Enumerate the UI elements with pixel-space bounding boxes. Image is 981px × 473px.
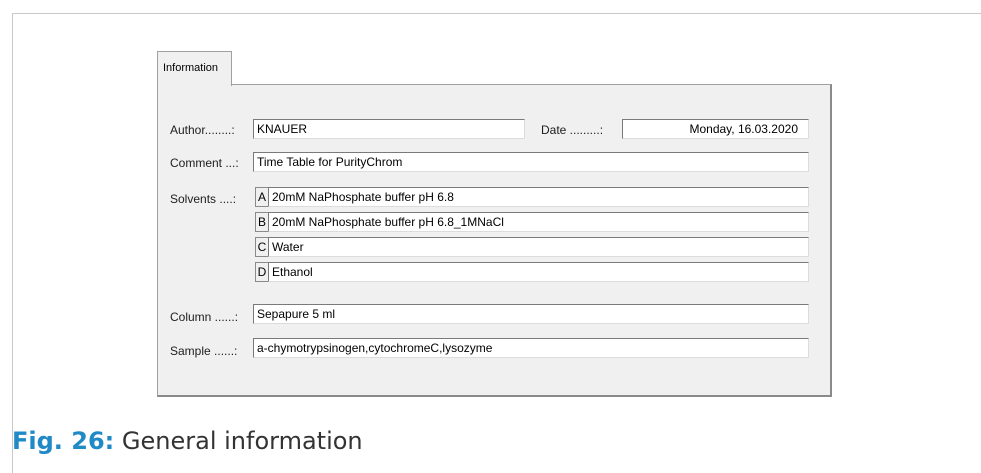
author-field[interactable]: KNAUER bbox=[253, 119, 525, 139]
solvent-a-field[interactable]: 20mM NaPhosphate buffer pH 6.8 bbox=[268, 187, 809, 207]
solvent-a-letter: A bbox=[255, 187, 269, 207]
solvents-label: Solvents ....: bbox=[170, 192, 237, 206]
figure-caption-text: General information bbox=[114, 427, 363, 455]
tab-information[interactable]: Information bbox=[157, 51, 232, 86]
figure-frame-top bbox=[12, 13, 981, 14]
figure-caption: Fig. 26: General information bbox=[12, 427, 363, 455]
sample-field[interactable]: a-chymotrypsinogen,cytochromeC,lysozyme bbox=[253, 338, 809, 358]
comment-field[interactable]: Time Table for PurityChrom bbox=[253, 152, 809, 172]
comment-label: Comment ...: bbox=[170, 156, 239, 170]
figure-frame-left bbox=[12, 13, 13, 473]
column-label: Column ......: bbox=[170, 310, 239, 324]
tab-joint bbox=[158, 84, 231, 86]
tab-information-label: Information bbox=[163, 62, 219, 74]
solvent-c-field[interactable]: Water bbox=[268, 237, 809, 257]
figure-number: Fig. 26: bbox=[12, 427, 115, 455]
solvent-c-letter: C bbox=[255, 237, 269, 257]
date-label: Date .........: bbox=[541, 123, 604, 137]
solvent-b-field[interactable]: 20mM NaPhosphate buffer pH 6.8_1MNaCl bbox=[268, 212, 809, 232]
author-label: Author........: bbox=[170, 123, 235, 137]
solvent-d-letter: D bbox=[255, 262, 269, 282]
sample-label: Sample ......: bbox=[170, 344, 238, 358]
solvent-d-field[interactable]: Ethanol bbox=[268, 262, 809, 282]
column-field[interactable]: Sepapure 5 ml bbox=[253, 304, 809, 324]
date-field[interactable]: Monday, 16.03.2020 bbox=[622, 119, 809, 139]
solvent-b-letter: B bbox=[255, 212, 269, 232]
